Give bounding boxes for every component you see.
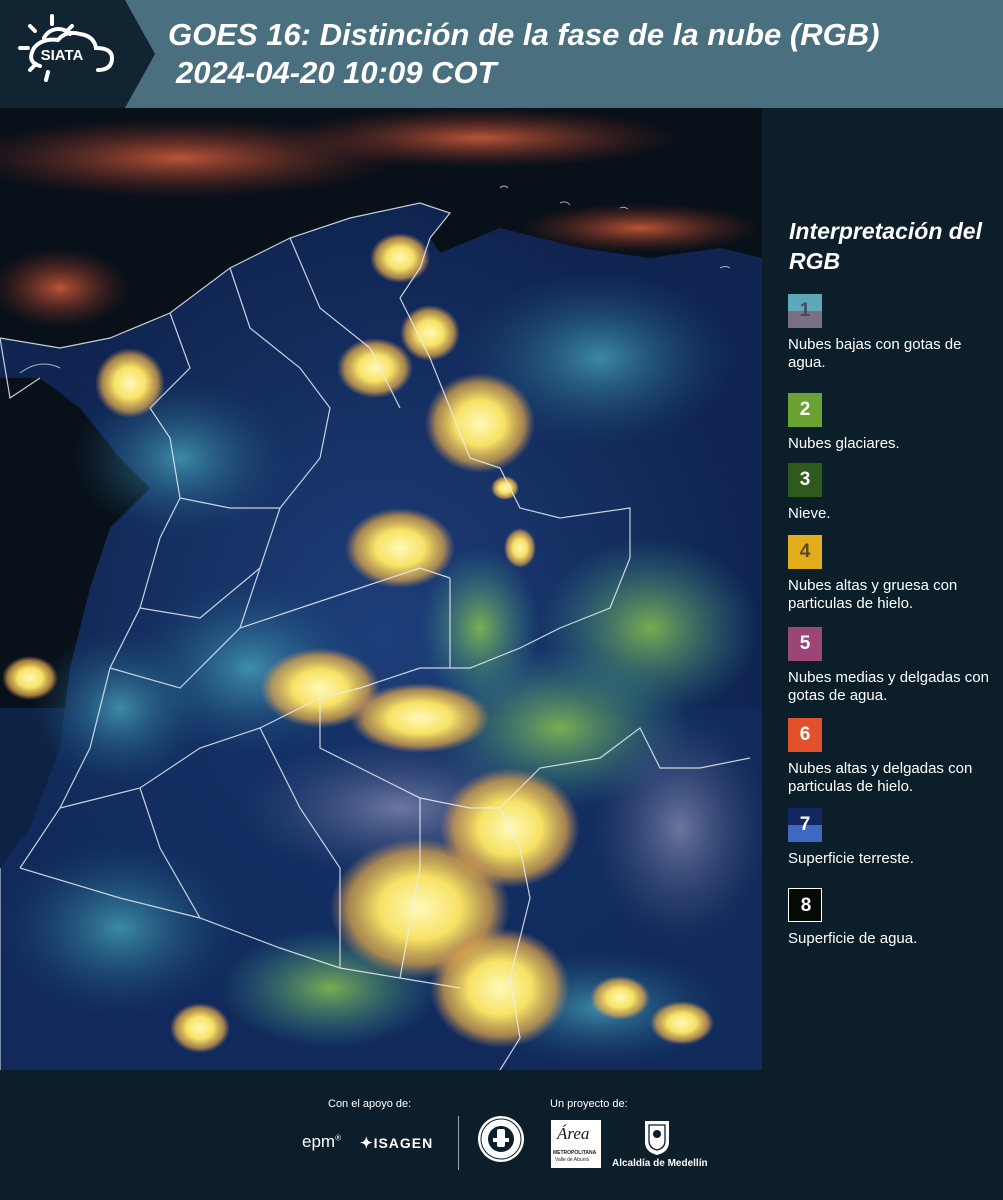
alcaldia-text: Alcaldía de Medellín — [612, 1158, 708, 1169]
legend-swatch: 2 — [788, 393, 822, 427]
legend-label: Nubes bajas con gotas de agua. — [788, 336, 962, 371]
support-label: Con el apoyo de: — [328, 1098, 412, 1110]
title-line-1: GOES 16: Distinción de la fase de la nub… — [168, 17, 880, 52]
area-logo-sub1: METROPOLITANA — [553, 1150, 597, 1156]
siata-logo-text: SIATA — [41, 47, 84, 64]
legend-item: 7 Superficie terreste. — [788, 808, 998, 868]
legend-item: 3 Nieve. — [788, 463, 998, 523]
title-line-2: 2024-04-20 10:09 COT — [176, 55, 497, 90]
legend-label: Nieve. — [788, 505, 831, 522]
legend-number: 4 — [799, 541, 811, 562]
legend-swatch: 4 — [788, 535, 822, 569]
legend-number: 8 — [800, 895, 812, 916]
legend-panel: Interpretación del RGB 1 Nubes bajas con … — [775, 108, 1003, 1070]
alcaldia-medellin-shield — [642, 1118, 672, 1156]
legend-item: 8 Superficie de agua. — [788, 888, 998, 948]
legend-label: Superficie de agua. — [788, 930, 918, 947]
universidad-seal-logo — [476, 1114, 526, 1164]
footer: Con el apoyo de: Un proyecto de: epm® ✦I… — [0, 1070, 1003, 1200]
header-bar: SIATA GOES 16: Distinción de la fase de … — [0, 0, 1003, 108]
legend-item: 6 Nubes altas y delgadas con particulas d… — [788, 718, 998, 796]
isagen-logo-text: ISAGEN — [373, 1135, 434, 1151]
legend-item: 1 Nubes bajas con gotas de agua. — [788, 294, 998, 372]
legend-item: 5 Nubes medias y delgadas con gotas de ag… — [788, 627, 998, 705]
legend-swatch: 3 — [788, 463, 822, 497]
legend-item: 4 Nubes altas y gruesa con particulas de … — [788, 535, 998, 613]
legend-number: 6 — [799, 724, 811, 745]
legend-number: 7 — [799, 814, 811, 835]
area-logo-sub2: Valle de Aburrá — [555, 1157, 589, 1163]
isagen-logo: ✦ISAGEN — [360, 1134, 433, 1152]
footer-divider — [458, 1116, 459, 1170]
legend-swatch: 5 — [788, 627, 822, 661]
legend-number: 2 — [799, 399, 811, 420]
isagen-icon: ✦ — [360, 1135, 374, 1152]
page-title: GOES 16: Distinción de la fase de la nub… — [168, 16, 879, 92]
legend-label: Nubes altas y delgadas con particulas de… — [788, 760, 973, 795]
legend-swatch: 7 — [788, 808, 822, 842]
map-drawing — [0, 108, 762, 1070]
satellite-map-image — [0, 108, 762, 1070]
legend-title: Interpretación del RGB — [789, 218, 982, 274]
legend-label: Nubes glaciares. — [788, 435, 900, 452]
legend-label: Nubes medias y delgadas con gotas de agu… — [788, 669, 989, 704]
legend-swatch: 1 — [788, 294, 822, 328]
area-metropolitana-logo: Área METROPOLITANA Valle de Aburrá — [551, 1120, 601, 1168]
legend-label: Nubes altas y gruesa con particulas de h… — [788, 577, 958, 612]
epm-logo-text: epm — [302, 1132, 336, 1151]
legend-number: 5 — [799, 633, 811, 654]
legend-number: 1 — [799, 300, 811, 321]
legend-swatch: 8 — [788, 888, 822, 922]
legend-swatch: 6 — [788, 718, 822, 752]
area-logo-text: Área — [557, 1124, 590, 1143]
legend-label: Superficie terreste. — [788, 850, 914, 867]
epm-logo: epm® — [302, 1132, 341, 1151]
legend-item: 2 Nubes glaciares. — [788, 393, 998, 453]
siata-logo: SIATA — [0, 0, 155, 108]
legend-number: 3 — [799, 469, 811, 490]
project-label: Un proyecto de: — [550, 1098, 628, 1110]
